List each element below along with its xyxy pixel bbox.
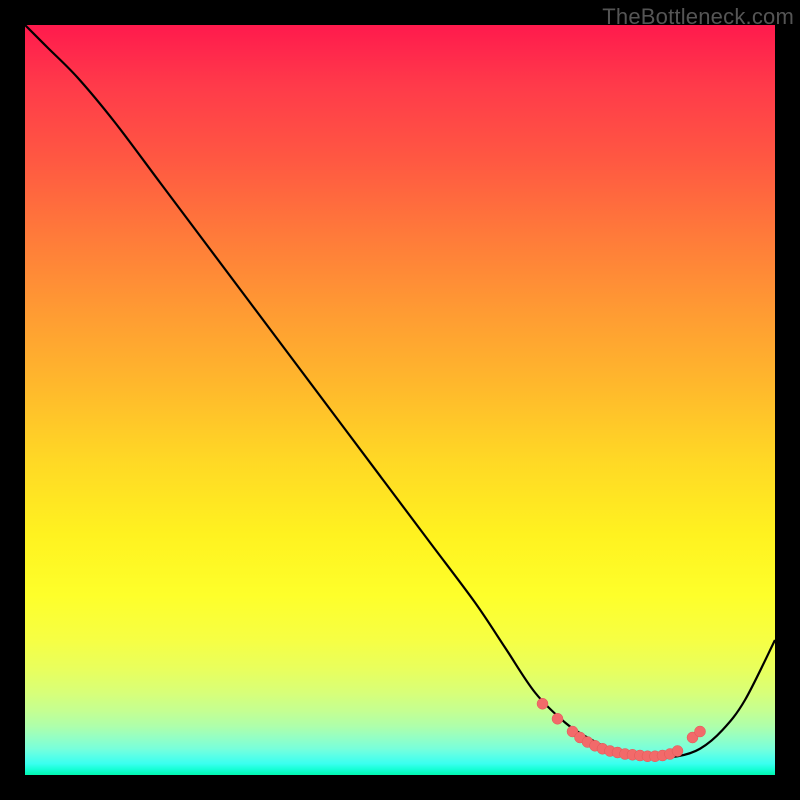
chart-svg <box>25 25 775 775</box>
watermark-text: TheBottleneck.com <box>602 4 794 30</box>
curve-markers <box>537 698 706 762</box>
marker-point <box>695 726 706 737</box>
marker-point <box>672 746 683 757</box>
chart-frame <box>25 25 775 775</box>
marker-point <box>537 698 548 709</box>
curve-line <box>25 25 775 757</box>
marker-point <box>552 713 563 724</box>
